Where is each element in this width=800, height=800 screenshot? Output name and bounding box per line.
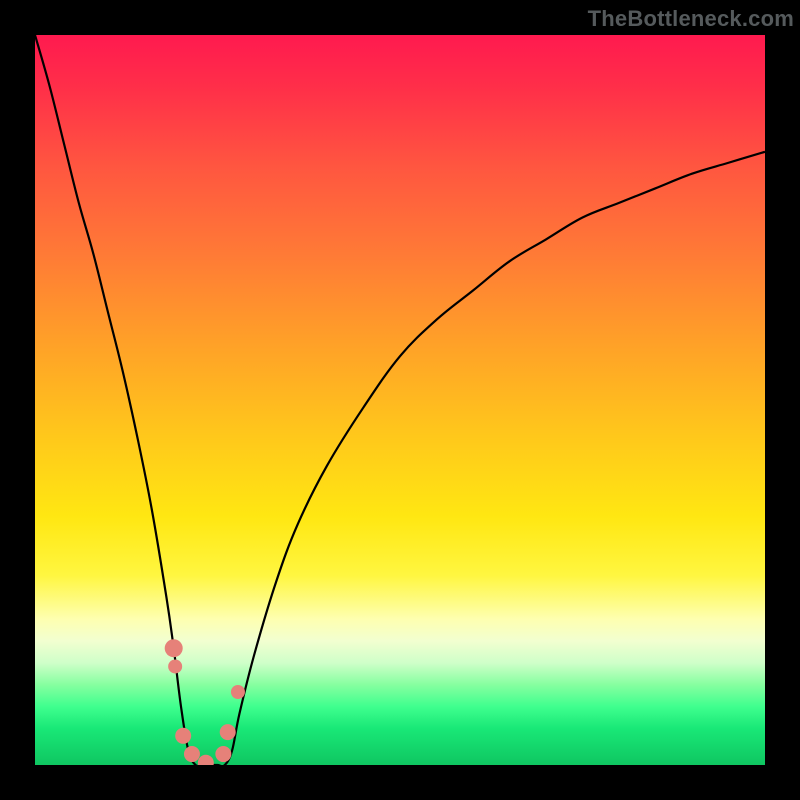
curve-marker xyxy=(231,685,245,699)
chart-plot-area xyxy=(35,35,765,765)
curve-marker xyxy=(165,639,183,657)
curve-marker xyxy=(175,728,191,744)
curve-marker xyxy=(198,755,214,765)
curve-marker xyxy=(215,746,231,762)
curve-marker xyxy=(220,724,236,740)
curve-marker xyxy=(168,659,182,673)
watermark-text: TheBottleneck.com xyxy=(588,6,794,32)
bottleneck-curve xyxy=(35,35,765,765)
chart-frame: TheBottleneck.com xyxy=(0,0,800,800)
chart-svg xyxy=(35,35,765,765)
curve-marker xyxy=(184,746,200,762)
